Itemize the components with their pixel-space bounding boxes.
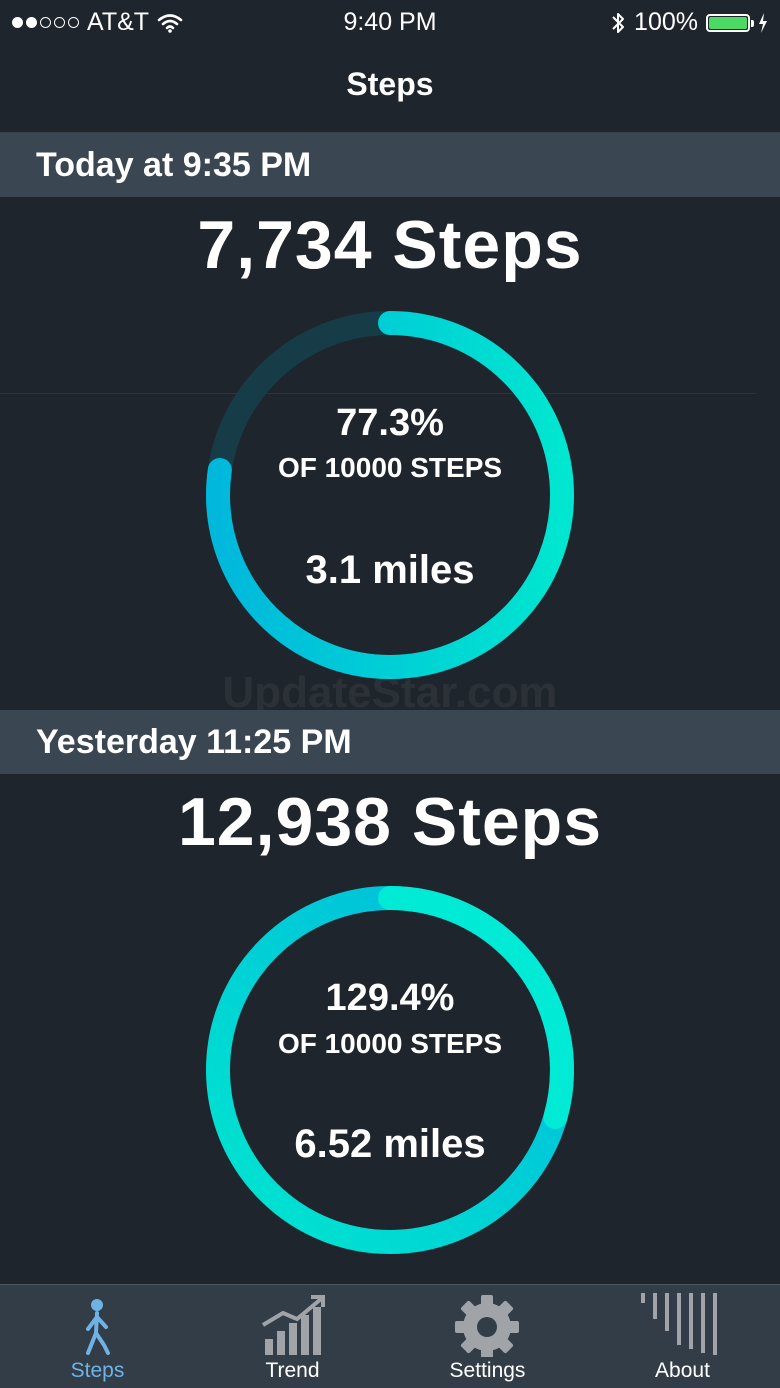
charging-bolt-icon	[759, 12, 767, 33]
status-bar: AT&T 9:40 PM 100%	[0, 0, 780, 44]
tab-settings[interactable]: Settings	[390, 1285, 585, 1388]
today-goal-label: OF 10000 STEPS	[277, 452, 503, 483]
battery-percent: 100%	[634, 8, 698, 36]
today-header: Today at 9:35 PM	[0, 133, 780, 197]
walking-person-icon	[86, 1299, 110, 1355]
status-right: 100%	[610, 8, 768, 37]
bars-icon	[641, 1293, 717, 1355]
tab-steps[interactable]: Steps	[0, 1285, 195, 1388]
tab-steps-label: Steps	[70, 1359, 125, 1382]
trend-chart-icon	[261, 1295, 325, 1355]
yesterday-steps-total: 12,938 Steps	[177, 784, 603, 860]
bluetooth-icon	[612, 12, 625, 33]
tab-settings-label: Settings	[449, 1359, 526, 1382]
gear-icon	[455, 1295, 519, 1357]
battery-icon	[706, 13, 754, 32]
yesterday-progress-ring	[206, 886, 574, 1254]
page-title: Steps	[346, 66, 434, 102]
tab-about[interactable]: About	[585, 1285, 780, 1388]
yesterday-miles: 6.52 miles	[294, 1122, 486, 1166]
tab-trend[interactable]: Trend	[195, 1285, 390, 1388]
tab-bar: Steps Trend Settings About	[0, 1284, 780, 1388]
yesterday-goal-label: OF 10000 STEPS	[277, 1028, 503, 1059]
yesterday-percent: 129.4%	[325, 977, 455, 1019]
today-progress-ring	[206, 311, 574, 679]
tab-about-label: About	[655, 1359, 710, 1382]
yesterday-header: Yesterday 11:25 PM	[0, 710, 780, 774]
today-steps-total: 7,734 Steps	[197, 207, 583, 283]
today-miles: 3.1 miles	[305, 548, 475, 592]
tab-trend-label: Trend	[265, 1359, 320, 1382]
today-percent: 77.3%	[336, 402, 444, 444]
